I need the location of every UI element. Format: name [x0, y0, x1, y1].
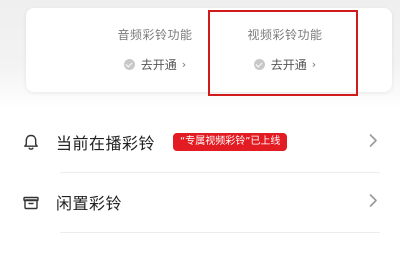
chevron-right-icon: [369, 133, 378, 152]
current-ringtone-label: 当前在播彩铃: [56, 134, 156, 153]
video-activate-label: 去开通: [270, 57, 307, 72]
chevron-right-icon: [369, 193, 378, 212]
current-ringtone-row[interactable]: 当前在播彩铃 “专属视频彩铃”已上线: [20, 116, 392, 168]
idle-ringtone-row[interactable]: 闲置彩铃: [20, 176, 392, 228]
audio-activate-label: 去开通: [140, 57, 177, 72]
idle-ringtone-label: 闲置彩铃: [56, 194, 123, 213]
video-feature-title: 视频彩铃功能: [247, 28, 323, 42]
video-ringtone-badge: “专属视频彩铃”已上线: [173, 133, 288, 151]
video-activate-button[interactable]: 去开通 ›: [200, 55, 370, 73]
chevron-right-icon: ›: [181, 57, 187, 71]
divider: [60, 232, 380, 233]
check-circle-icon: [123, 58, 135, 70]
bell-icon: [20, 131, 42, 153]
storage-box-icon: [20, 191, 42, 213]
divider: [60, 172, 380, 173]
video-ringtone-feature: 视频彩铃功能 去开通 ›: [200, 8, 370, 92]
chevron-right-icon: ›: [311, 57, 317, 71]
check-circle-icon: [253, 58, 265, 70]
